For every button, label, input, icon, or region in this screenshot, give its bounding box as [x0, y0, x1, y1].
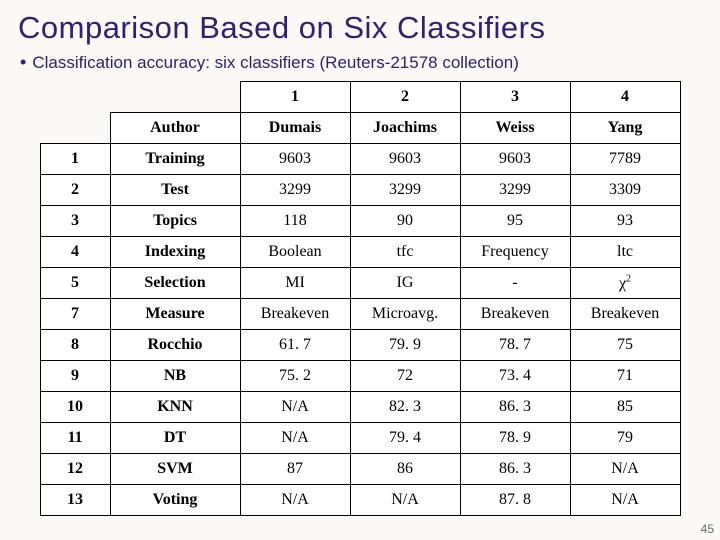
- data-cell: 61. 7: [240, 330, 350, 361]
- data-cell: N/A: [240, 392, 350, 423]
- author-label: Author: [110, 113, 240, 144]
- data-cell: 85: [570, 392, 680, 423]
- row-label: Measure: [110, 299, 240, 330]
- row-label: NB: [110, 361, 240, 392]
- row-number: 4: [40, 237, 110, 268]
- row-number: 10: [40, 392, 110, 423]
- data-cell: N/A: [570, 454, 680, 485]
- empty-cell: [110, 82, 240, 113]
- data-cell: 90: [350, 206, 460, 237]
- row-number: 8: [40, 330, 110, 361]
- author-name: Dumais: [240, 113, 350, 144]
- data-cell: tfc: [350, 237, 460, 268]
- data-cell: MI: [240, 268, 350, 299]
- data-cell: 9603: [460, 144, 570, 175]
- data-cell: -: [460, 268, 570, 299]
- row-label: Test: [110, 175, 240, 206]
- data-cell: 73. 4: [460, 361, 570, 392]
- bullet-dot: •: [20, 52, 26, 72]
- bullet-text: Classification accuracy: six classifiers…: [32, 53, 519, 72]
- data-cell: 86. 3: [460, 392, 570, 423]
- data-cell: 86: [350, 454, 460, 485]
- data-cell: 79: [570, 423, 680, 454]
- col-header: 2: [350, 82, 460, 113]
- data-cell: Frequency: [460, 237, 570, 268]
- col-header: 4: [570, 82, 680, 113]
- data-cell: 71: [570, 361, 680, 392]
- row-number: 5: [40, 268, 110, 299]
- data-cell: 75: [570, 330, 680, 361]
- data-cell: 87. 8: [460, 485, 570, 516]
- author-name: Joachims: [350, 113, 460, 144]
- data-cell: 9603: [240, 144, 350, 175]
- data-cell: 3299: [350, 175, 460, 206]
- data-cell: N/A: [240, 485, 350, 516]
- data-cell: 3299: [460, 175, 570, 206]
- row-number: 11: [40, 423, 110, 454]
- data-cell: 75. 2: [240, 361, 350, 392]
- row-label: Training: [110, 144, 240, 175]
- data-cell: 72: [350, 361, 460, 392]
- data-cell: N/A: [350, 485, 460, 516]
- data-cell: Breakeven: [240, 299, 350, 330]
- row-label: DT: [110, 423, 240, 454]
- slide-title: Comparison Based on Six Classifiers: [18, 10, 702, 46]
- row-number: 3: [40, 206, 110, 237]
- data-cell: 79. 4: [350, 423, 460, 454]
- row-label: SVM: [110, 454, 240, 485]
- row-number: 1: [40, 144, 110, 175]
- data-cell: Microavg.: [350, 299, 460, 330]
- col-header: 3: [460, 82, 570, 113]
- data-cell: 95: [460, 206, 570, 237]
- row-number: 13: [40, 485, 110, 516]
- row-label: Voting: [110, 485, 240, 516]
- comparison-table: 1234AuthorDumaisJoachimsWeissYang1Traini…: [40, 81, 681, 516]
- data-cell: N/A: [570, 485, 680, 516]
- data-cell: 79. 9: [350, 330, 460, 361]
- row-label: Selection: [110, 268, 240, 299]
- row-label: Topics: [110, 206, 240, 237]
- data-cell: 87: [240, 454, 350, 485]
- data-cell: 78. 7: [460, 330, 570, 361]
- data-cell: Breakeven: [570, 299, 680, 330]
- row-number: 12: [40, 454, 110, 485]
- data-cell: 9603: [350, 144, 460, 175]
- data-cell: Boolean: [240, 237, 350, 268]
- col-header: 1: [240, 82, 350, 113]
- data-cell: 93: [570, 206, 680, 237]
- data-cell: Breakeven: [460, 299, 570, 330]
- data-cell: 118: [240, 206, 350, 237]
- data-cell: IG: [350, 268, 460, 299]
- data-cell: 86. 3: [460, 454, 570, 485]
- data-cell: χ2: [570, 268, 680, 299]
- empty-cell: [40, 82, 110, 113]
- slide: Comparison Based on Six Classifiers • Cla…: [0, 0, 720, 516]
- author-name: Yang: [570, 113, 680, 144]
- row-label: Indexing: [110, 237, 240, 268]
- data-cell: 3309: [570, 175, 680, 206]
- empty-cell: [40, 113, 110, 144]
- data-cell: 7789: [570, 144, 680, 175]
- data-cell: 82. 3: [350, 392, 460, 423]
- page-number: 45: [701, 522, 714, 536]
- data-cell: ltc: [570, 237, 680, 268]
- row-number: 7: [40, 299, 110, 330]
- row-number: 9: [40, 361, 110, 392]
- data-cell: N/A: [240, 423, 350, 454]
- data-cell: 3299: [240, 175, 350, 206]
- row-label: KNN: [110, 392, 240, 423]
- data-cell: 78. 9: [460, 423, 570, 454]
- row-number: 2: [40, 175, 110, 206]
- row-label: Rocchio: [110, 330, 240, 361]
- bullet-line: • Classification accuracy: six classifier…: [20, 52, 702, 73]
- author-name: Weiss: [460, 113, 570, 144]
